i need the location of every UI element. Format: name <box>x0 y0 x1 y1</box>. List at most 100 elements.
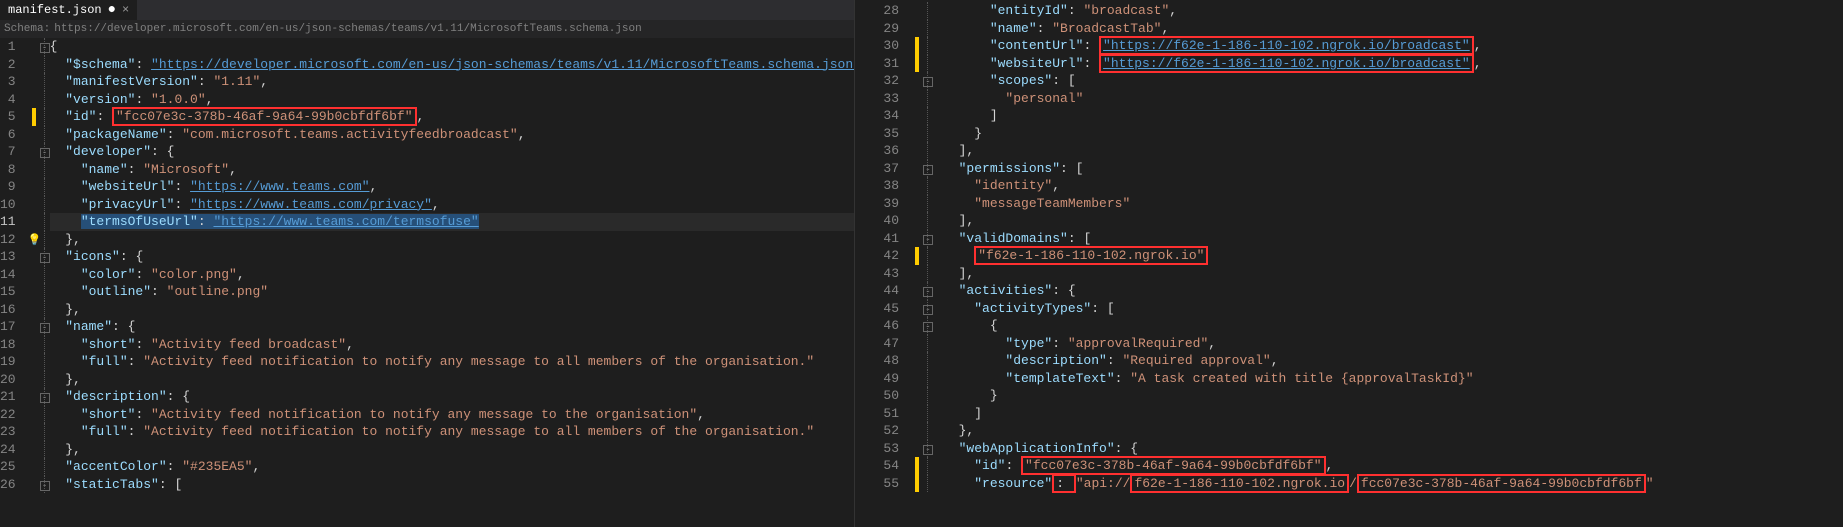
fold-toggle-icon[interactable]: - <box>923 445 933 455</box>
json-url[interactable]: "https://www.teams.com" <box>190 179 369 194</box>
code-line[interactable]: { <box>943 317 1843 335</box>
highlighted-url[interactable]: "https://f62e-1-186-110-102.ngrok.io/bro… <box>1099 54 1474 73</box>
code-line[interactable]: }, <box>50 231 855 249</box>
code-line[interactable]: "description": "Required approval", <box>943 352 1843 370</box>
modified-line-marker-icon <box>915 457 919 475</box>
code-line[interactable]: { <box>50 38 855 56</box>
code-line[interactable]: "resource": "api://f62e-1-186-110-102.ng… <box>943 475 1843 493</box>
code-line[interactable]: "color": "color.png", <box>50 266 855 284</box>
code-line[interactable]: }, <box>50 371 855 389</box>
highlighted-url[interactable]: "https://f62e-1-186-110-102.ngrok.io/bro… <box>1099 36 1474 55</box>
code-line[interactable]: "name": { <box>50 318 855 336</box>
schema-bar[interactable]: Schema: https://developer.microsoft.com/… <box>0 20 854 38</box>
line-number: 20 <box>0 371 16 389</box>
json-string: "1.11" <box>213 74 260 89</box>
fold-toggle-icon[interactable]: - <box>40 393 50 403</box>
code-line[interactable]: ] <box>943 405 1843 423</box>
fold-toggle-icon[interactable]: - <box>40 43 50 53</box>
json-url[interactable]: "https://www.teams.com/termsofuse" <box>213 214 478 229</box>
code-line[interactable]: ], <box>943 142 1843 160</box>
fold-toggle-icon[interactable]: - <box>923 77 933 87</box>
code-line[interactable]: "webApplicationInfo": { <box>943 440 1843 458</box>
code-line[interactable]: ] <box>943 107 1843 125</box>
code-line[interactable]: "entityId": "broadcast", <box>943 2 1843 20</box>
json-key: "developer" <box>65 144 151 159</box>
fold-toggle-icon[interactable]: - <box>40 481 50 491</box>
code-line[interactable]: "personal" <box>943 90 1843 108</box>
code-line[interactable]: "developer": { <box>50 143 855 161</box>
fold-toggle-icon[interactable]: - <box>923 322 933 332</box>
fold-toggle-icon[interactable]: - <box>40 148 50 158</box>
fold-toggle-icon[interactable]: - <box>923 235 933 245</box>
fold-toggle-icon[interactable]: - <box>40 323 50 333</box>
code-editor-left[interactable]: 1234567891011121314151617181920212223242… <box>0 38 854 493</box>
code-line[interactable]: "validDomains": [ <box>943 230 1843 248</box>
code-line[interactable]: "scopes": [ <box>943 72 1843 90</box>
line-number: 2 <box>0 56 16 74</box>
code-line[interactable]: "manifestVersion": "1.11", <box>50 73 855 91</box>
highlighted-value: "f62e-1-186-110-102.ngrok.io" <box>974 246 1208 265</box>
code-line[interactable]: "permissions": [ <box>943 160 1843 178</box>
code-line[interactable]: "activities": { <box>943 282 1843 300</box>
json-punct: , <box>73 232 81 247</box>
code-line[interactable]: "contentUrl": "https://f62e-1-186-110-10… <box>943 37 1843 55</box>
json-punct: , <box>1474 56 1482 71</box>
code-line[interactable]: "identity", <box>943 177 1843 195</box>
code-line[interactable]: "websiteUrl": "https://f62e-1-186-110-10… <box>943 55 1843 73</box>
code-line[interactable]: } <box>943 125 1843 143</box>
code-line[interactable]: "activityTypes": [ <box>943 300 1843 318</box>
fold-toggle-icon[interactable]: - <box>923 305 933 315</box>
code-line[interactable]: "id": "fcc07e3c-378b-46af-9a64-99b0cbfdf… <box>943 457 1843 475</box>
code-line[interactable]: "accentColor": "#235EA5", <box>50 458 855 476</box>
line-number: 17 <box>0 318 16 336</box>
json-url[interactable]: "https://www.teams.com/privacy" <box>190 197 432 212</box>
code-line[interactable]: ], <box>943 265 1843 283</box>
code-line[interactable]: "short": "Activity feed notification to … <box>50 406 855 424</box>
code-line[interactable]: "full": "Activity feed notification to n… <box>50 353 855 371</box>
code-line[interactable]: "packageName": "com.microsoft.teams.acti… <box>50 126 855 144</box>
code-line[interactable]: "termsOfUseUrl": "https://www.teams.com/… <box>50 213 855 231</box>
code-line[interactable]: "staticTabs": [ <box>50 476 855 494</box>
line-number: 12 <box>0 231 16 249</box>
code-line[interactable]: "websiteUrl": "https://www.teams.com", <box>50 178 855 196</box>
code-line[interactable]: "full": "Activity feed notification to n… <box>50 423 855 441</box>
json-punct: : <box>135 407 151 422</box>
code-line[interactable]: "outline": "outline.png" <box>50 283 855 301</box>
fold-toggle-icon[interactable]: - <box>923 287 933 297</box>
code-line[interactable]: } <box>943 387 1843 405</box>
line-number: 50 <box>855 387 899 405</box>
line-number: 41 <box>855 230 899 248</box>
line-number: 16 <box>0 301 16 319</box>
line-number: 33 <box>855 90 899 108</box>
code-line[interactable]: ], <box>943 212 1843 230</box>
json-key: "color" <box>81 267 136 282</box>
code-line[interactable]: "privacyUrl": "https://www.teams.com/pri… <box>50 196 855 214</box>
code-line[interactable]: "type": "approvalRequired", <box>943 335 1843 353</box>
schema-url[interactable]: https://developer.microsoft.com/en-us/js… <box>54 23 642 35</box>
code-line[interactable]: "version": "1.0.0", <box>50 91 855 109</box>
fold-toggle-icon[interactable]: - <box>40 253 50 263</box>
code-line[interactable]: "messageTeamMembers" <box>943 195 1843 213</box>
file-tab[interactable]: manifest.json ● × <box>0 0 137 20</box>
code-line[interactable]: }, <box>50 301 855 319</box>
json-string: "1.0.0" <box>151 92 206 107</box>
code-line[interactable]: }, <box>50 441 855 459</box>
code-line[interactable]: "name": "Microsoft", <box>50 161 855 179</box>
json-key: "websiteUrl" <box>990 56 1084 71</box>
json-url[interactable]: "https://developer.microsoft.com/en-us/j… <box>151 57 855 72</box>
json-key: "activityTypes" <box>974 301 1091 316</box>
code-line[interactable]: "name": "BroadcastTab", <box>943 20 1843 38</box>
json-key: "full" <box>81 354 128 369</box>
code-editor-right[interactable]: 2829303132333435363738394041424344454647… <box>855 0 1843 492</box>
json-key: "termsOfUseUrl" <box>81 214 198 229</box>
fold-toggle-icon[interactable]: - <box>923 165 933 175</box>
code-line[interactable]: "templateText": "A task created with tit… <box>943 370 1843 388</box>
code-line[interactable]: "f62e-1-186-110-102.ngrok.io" <box>943 247 1843 265</box>
close-tab-icon[interactable]: × <box>122 3 129 17</box>
code-line[interactable]: "id": "fcc07e3c-378b-46af-9a64-99b0cbfdf… <box>50 108 855 126</box>
code-line[interactable]: }, <box>943 422 1843 440</box>
code-line[interactable]: "short": "Activity feed broadcast", <box>50 336 855 354</box>
code-line[interactable]: "icons": { <box>50 248 855 266</box>
code-line[interactable]: "$schema": "https://developer.microsoft.… <box>50 56 855 74</box>
code-line[interactable]: "description": { <box>50 388 855 406</box>
